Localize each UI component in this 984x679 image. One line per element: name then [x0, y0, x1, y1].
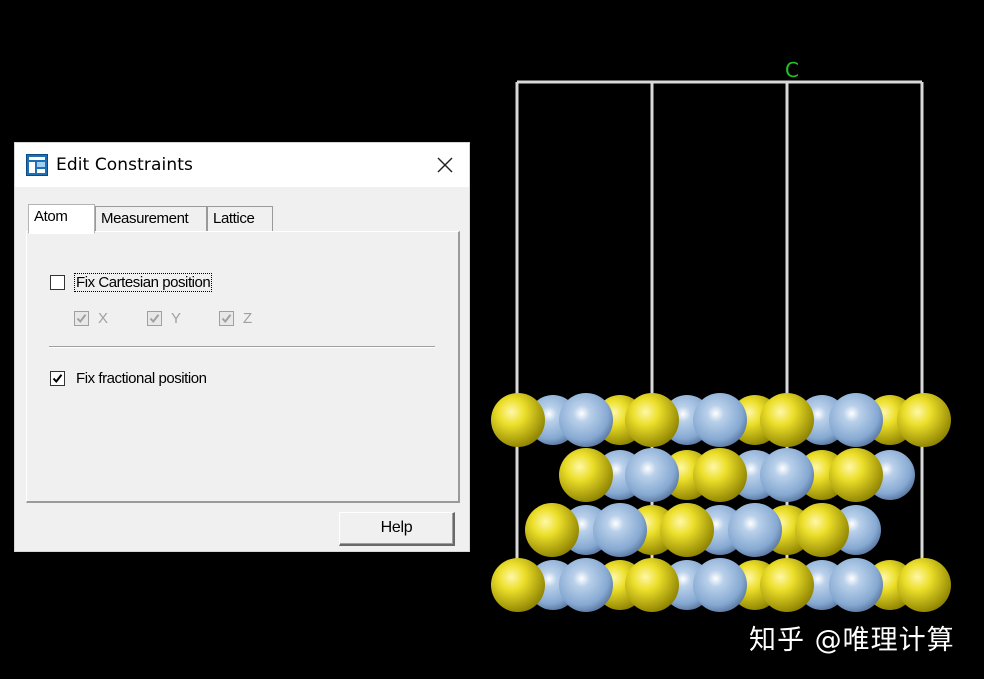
atom-blue: [760, 448, 814, 502]
crystal-cell-view: [491, 80, 951, 612]
panel-separator: [49, 346, 435, 348]
atom-blue: [693, 558, 747, 612]
atom-yellow: [491, 393, 545, 447]
tab-measurement-label: Measurement: [101, 210, 189, 227]
atom-yellow: [625, 393, 679, 447]
zhihu-watermark: 知乎 @唯理计算: [749, 625, 955, 656]
fix-z-checkbox: [219, 311, 234, 326]
fix-y-checkbox: [147, 311, 162, 326]
structure-viewer[interactable]: C: [480, 40, 984, 640]
checkmark-icon: [52, 374, 63, 384]
fix-fractional-checkbox[interactable]: [50, 371, 65, 386]
dialog-titlebar[interactable]: Edit Constraints: [15, 143, 469, 187]
help-button[interactable]: Help: [339, 512, 455, 546]
atom-yellow: [897, 558, 951, 612]
atom-blue: [693, 393, 747, 447]
edit-constraints-dialog: Edit Constraints Atom Measurement Lattic…: [14, 142, 470, 552]
atom-yellow: [829, 448, 883, 502]
atom-yellow: [760, 558, 814, 612]
fix-y-label: Y: [171, 310, 181, 327]
atom-tab-panel: Fix Cartesian position X Y Z Fix fractio…: [26, 231, 460, 503]
c-axis-label: C: [785, 58, 799, 82]
close-button[interactable]: [421, 143, 469, 187]
atom-blue: [559, 393, 613, 447]
atom-blue: [625, 448, 679, 502]
fix-cartesian-checkbox[interactable]: [50, 275, 65, 290]
atom-blue: [829, 393, 883, 447]
atom-yellow: [660, 503, 714, 557]
atom-yellow: [897, 393, 951, 447]
dialog-title: Edit Constraints: [56, 155, 193, 175]
atom-yellow: [491, 558, 545, 612]
fix-x-label: X: [98, 310, 108, 327]
atom-blue: [593, 503, 647, 557]
close-icon: [437, 157, 453, 173]
checkmark-icon: [76, 314, 87, 324]
atom-blue: [559, 558, 613, 612]
fix-fractional-label[interactable]: Fix fractional position: [76, 370, 207, 387]
atom-layers: [491, 393, 951, 612]
atom-yellow: [525, 503, 579, 557]
screenshot-canvas: Edit Constraints Atom Measurement Lattic…: [0, 0, 984, 679]
atom-yellow: [693, 448, 747, 502]
tab-measurement[interactable]: Measurement: [95, 206, 207, 231]
checkmark-icon: [221, 314, 232, 324]
atom-yellow: [625, 558, 679, 612]
checkmark-icon: [149, 314, 160, 324]
atom-yellow: [795, 503, 849, 557]
atom-blue: [728, 503, 782, 557]
materials-studio-app-icon: [26, 154, 48, 176]
fix-cartesian-label[interactable]: Fix Cartesian position: [73, 273, 213, 292]
tab-atom[interactable]: Atom: [28, 204, 95, 234]
atom-yellow: [760, 393, 814, 447]
tab-lattice[interactable]: Lattice: [207, 206, 273, 231]
atom-yellow: [559, 448, 613, 502]
atom-blue: [829, 558, 883, 612]
fix-x-checkbox: [74, 311, 89, 326]
tab-atom-label: Atom: [34, 208, 68, 225]
fix-z-label: Z: [243, 310, 252, 327]
tab-lattice-label: Lattice: [213, 210, 255, 227]
